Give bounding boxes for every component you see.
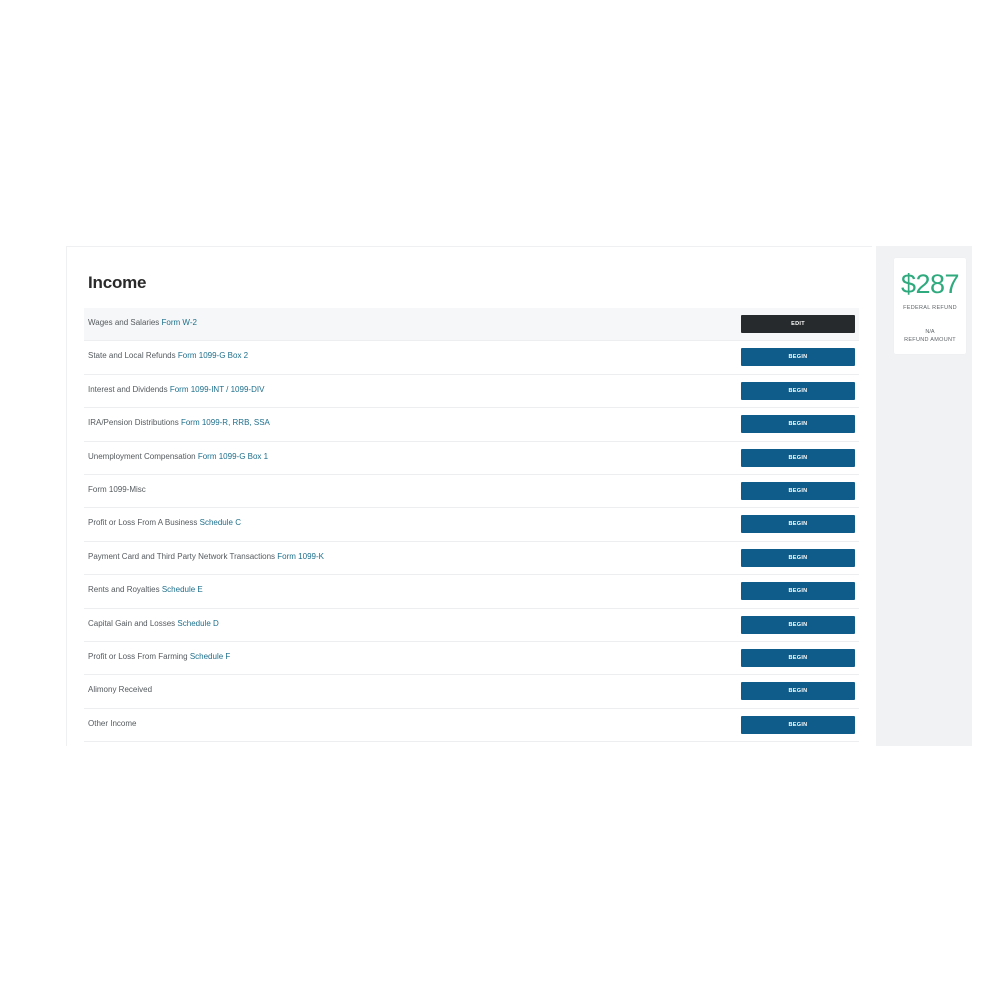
begin-button[interactable]: BEGIN	[741, 448, 855, 467]
income-list: Wages and Salaries Form W-2 EDIT State and…	[84, 308, 859, 743]
income-row-text: Profit or Loss From Farming	[88, 651, 188, 661]
income-row-label: Payment Card and Third Party Network Tra…	[88, 552, 324, 561]
income-row-text: Capital Gain and Losses	[88, 618, 176, 628]
income-row-text: Other Income	[88, 718, 137, 728]
begin-button[interactable]: BEGIN	[741, 348, 855, 367]
income-row-form-link[interactable]: Form 1099-G Box 2	[178, 351, 248, 360]
income-row-form-link[interactable]: Schedule C	[200, 518, 241, 527]
page: Income Wages and Salaries Form W-2 EDIT St…	[0, 0, 1000, 1000]
begin-button[interactable]: BEGIN	[741, 415, 855, 434]
begin-button[interactable]: BEGIN	[741, 481, 855, 500]
begin-button[interactable]: BEGIN	[741, 615, 855, 634]
income-row-label: State and Local Refunds Form 1099-G Box …	[88, 351, 248, 360]
income-row-label: Capital Gain and Losses Schedule D	[88, 619, 219, 628]
income-row-label: Alimony Received	[88, 685, 152, 694]
begin-button[interactable]: BEGIN	[741, 582, 855, 601]
refund-card: $287 FEDERAL REFUND N/A REFUND AMOUNT	[894, 258, 966, 354]
income-row: Form 1099-Misc BEGIN	[84, 475, 859, 509]
income-row-label: IRA/Pension Distributions Form 1099-R, R…	[88, 418, 270, 427]
income-row: IRA/Pension Distributions Form 1099-R, R…	[84, 408, 859, 442]
income-row-text: Form 1099-Misc	[88, 484, 146, 494]
income-row: Profit or Loss From Farming Schedule F BE…	[84, 642, 859, 676]
begin-button[interactable]: BEGIN	[741, 682, 855, 701]
refund-summary-rail: $287 FEDERAL REFUND N/A REFUND AMOUNT	[876, 246, 972, 746]
income-row: Wages and Salaries Form W-2 EDIT	[84, 308, 859, 342]
income-row: Rents and Royalties Schedule E BEGIN	[84, 575, 859, 609]
income-row-form-link[interactable]: Form 1099-INT / 1099-DIV	[170, 385, 265, 394]
begin-button[interactable]: BEGIN	[741, 648, 855, 667]
income-row-text: Profit or Loss From A Business	[88, 518, 198, 528]
income-row: Other Income BEGIN	[84, 709, 859, 743]
income-row-text: Wages and Salaries	[88, 318, 160, 327]
state-refund-label: REFUND AMOUNT	[904, 337, 956, 343]
begin-button[interactable]: BEGIN	[741, 515, 855, 534]
income-row: State and Local Refunds Form 1099-G Box …	[84, 341, 859, 375]
income-row-label: Profit or Loss From Farming Schedule F	[88, 652, 230, 661]
begin-button[interactable]: BEGIN	[741, 381, 855, 400]
income-row: Profit or Loss From A Business Schedule …	[84, 508, 859, 542]
income-row-label: Form 1099-Misc	[88, 485, 146, 494]
edit-button[interactable]: EDIT	[741, 315, 855, 333]
federal-refund-amount: $287	[900, 269, 960, 299]
income-row-label: Interest and Dividends Form 1099-INT / 1…	[88, 385, 264, 394]
income-row-label: Rents and Royalties Schedule E	[88, 585, 203, 594]
income-row-text: IRA/Pension Distributions	[88, 418, 179, 428]
federal-refund-label: FEDERAL REFUND	[903, 305, 957, 311]
income-row-text: Alimony Received	[88, 685, 153, 695]
income-row: Payment Card and Third Party Network Tra…	[84, 542, 859, 576]
income-row: Alimony Received BEGIN	[84, 675, 859, 709]
page-title: Income	[88, 273, 147, 292]
income-row-form-link[interactable]: Form W-2	[162, 318, 197, 327]
income-panel: Income Wages and Salaries Form W-2 EDIT St…	[66, 246, 872, 746]
income-row-label: Other Income	[88, 719, 136, 728]
income-row-text: Payment Card and Third Party Network Tra…	[88, 551, 276, 561]
income-row-text: Rents and Royalties	[88, 585, 160, 595]
income-row-text: Interest and Dividends	[88, 384, 168, 394]
income-row: Unemployment Compensation Form 1099-G Bo…	[84, 442, 859, 475]
income-row-form-link[interactable]: Form 1099-G Box 1	[198, 452, 268, 461]
income-row: Interest and Dividends Form 1099-INT / 1…	[84, 375, 859, 409]
income-row: Capital Gain and Losses Schedule D BEGIN	[84, 609, 859, 642]
income-row-form-link[interactable]: Schedule E	[162, 585, 203, 594]
income-row-form-link[interactable]: Schedule F	[190, 652, 230, 661]
income-row-text: Unemployment Compensation	[88, 451, 196, 461]
income-row-text: State and Local Refunds	[88, 351, 176, 361]
income-row-label: Unemployment Compensation Form 1099-G Bo…	[88, 452, 268, 461]
begin-button[interactable]: BEGIN	[741, 548, 855, 567]
income-row-form-link[interactable]: Form 1099-R, RRB, SSA	[181, 418, 270, 427]
income-row-label: Profit or Loss From A Business Schedule …	[88, 518, 241, 527]
income-row-form-link[interactable]: Form 1099-K	[277, 552, 324, 561]
begin-button[interactable]: BEGIN	[741, 715, 855, 734]
income-row-form-link[interactable]: Schedule D	[177, 619, 218, 628]
state-refund-value: N/A	[925, 329, 935, 335]
income-row-label: Wages and Salaries Form W-2	[88, 318, 197, 327]
